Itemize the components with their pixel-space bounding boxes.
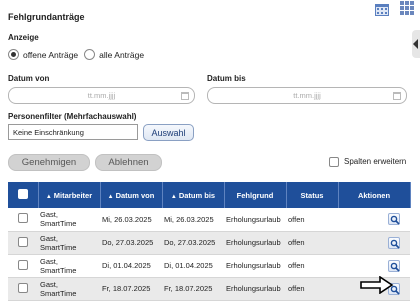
table-row[interactable]: Gast, SmartTime Di, 01.04.2025 Di, 01.04.… [8, 254, 410, 278]
row-checkbox[interactable] [18, 259, 28, 270]
requests-table: ▲ Mitarbeiter ▲ Datum von ▲ Datum bis Fehlg… [8, 182, 411, 301]
cell-datum-bis: Fr, 18.07.2025 [162, 277, 224, 301]
datum-von-placeholder: tt.mm.jjjj [87, 91, 116, 100]
sort-arrow-icon: ▲ [107, 193, 114, 200]
datum-von-input[interactable]: tt.mm.jjjj [8, 87, 195, 104]
cell-datum-bis: Do, 27.03.2025 [162, 231, 224, 255]
genehmigen-button[interactable]: Genehmigen [8, 154, 90, 171]
cell-mitarbeiter: Gast, SmartTime [38, 231, 100, 255]
cell-mitarbeiter: Gast, SmartTime [38, 277, 100, 301]
header-mitarbeiter[interactable]: ▲ Mitarbeiter [38, 182, 101, 208]
view-button[interactable] [388, 259, 400, 272]
cell-mitarbeiter: Gast, SmartTime [38, 254, 100, 278]
calendar-icon[interactable] [374, 1, 390, 17]
cell-mitarbeiter: Gast, SmartTime [38, 208, 100, 232]
row-checkbox[interactable] [18, 282, 28, 293]
datum-bis-input[interactable]: tt.mm.jjjj [207, 87, 407, 104]
header-fehlgrund[interactable]: Fehlgrund [224, 182, 287, 208]
view-button[interactable] [388, 213, 400, 226]
header-aktionen: Aktionen [338, 182, 411, 208]
search-icon [390, 215, 400, 225]
cell-datum-bis: Di, 01.04.2025 [162, 254, 224, 278]
top-toolbar [374, 1, 414, 17]
view-button[interactable] [388, 236, 400, 249]
sort-arrow-icon: ▲ [170, 193, 177, 200]
cell-datum-von: Do, 27.03.2025 [100, 231, 162, 255]
cell-datum-bis: Mi, 26.03.2025 [162, 208, 224, 232]
datum-bis-placeholder: tt.mm.jjjj [293, 91, 321, 100]
chevron-left-icon [413, 39, 418, 49]
anzeige-label: Anzeige [8, 33, 39, 42]
cell-status: offen [286, 254, 338, 278]
table-row[interactable]: Gast, SmartTime Mi, 26.03.2025 Mi, 26.03.… [8, 208, 410, 232]
cell-fehlgrund: Erholungsurlaub [224, 231, 286, 255]
row-checkbox[interactable] [18, 213, 28, 224]
grid-icon[interactable] [400, 1, 414, 17]
table-header-row: ▲ Mitarbeiter ▲ Datum von ▲ Datum bis Fehlg… [8, 182, 411, 208]
header-datum-bis[interactable]: ▲ Datum bis [162, 182, 225, 208]
select-all-checkbox[interactable] [17, 189, 28, 199]
search-icon [390, 239, 400, 249]
radio-offene-antraege[interactable] [8, 49, 19, 60]
radio-alle-antraege[interactable] [84, 49, 96, 60]
radio-alle-antraege-label[interactable]: alle Anträge [99, 50, 144, 60]
select-all-header[interactable] [8, 182, 39, 208]
search-icon [390, 262, 400, 272]
personenfilter-label: Personenfilter (Mehrfachauswahl) [8, 112, 137, 121]
cell-status: offen [286, 231, 338, 255]
spalten-erweitern-checkbox[interactable] [329, 157, 339, 167]
datum-von-label: Datum von [8, 74, 50, 83]
cell-fehlgrund: Erholungsurlaub [224, 254, 286, 278]
anzeige-radio-group: offene Anträge alle Anträge [8, 49, 144, 60]
side-panel-toggle[interactable] [412, 30, 420, 58]
sort-arrow-icon: ▲ [45, 193, 52, 200]
auswahl-button[interactable]: Auswahl [143, 124, 194, 141]
page-title: Fehlgrundanträge [8, 12, 85, 22]
cell-datum-von: Fr, 18.07.2025 [100, 277, 162, 301]
cell-datum-von: Di, 01.04.2025 [100, 254, 162, 278]
cell-status: offen [286, 277, 338, 301]
calendar-icon[interactable] [181, 92, 189, 100]
cell-fehlgrund: Erholungsurlaub [224, 277, 286, 301]
ablehnen-button[interactable]: Ablehnen [95, 154, 162, 171]
header-datum-von[interactable]: ▲ Datum von [100, 182, 163, 208]
datum-bis-label: Datum bis [207, 74, 246, 83]
radio-offene-antraege-label[interactable]: offene Anträge [23, 50, 78, 60]
spalten-erweitern-label[interactable]: Spalten erweitern [344, 157, 406, 166]
personenfilter-input[interactable]: Keine Einschränkung [8, 124, 138, 140]
cell-datum-von: Mi, 26.03.2025 [100, 208, 162, 232]
calendar-icon[interactable] [393, 92, 401, 100]
header-status[interactable]: Status [286, 182, 339, 208]
cell-fehlgrund: Erholungsurlaub [224, 208, 286, 232]
arrow-right-icon [360, 276, 394, 294]
row-checkbox[interactable] [18, 236, 28, 247]
cell-status: offen [286, 208, 338, 232]
table-row[interactable]: Gast, SmartTime Do, 27.03.2025 Do, 27.03.… [8, 231, 410, 255]
table-row[interactable]: Gast, SmartTime Fr, 18.07.2025 Fr, 18.07.… [8, 277, 410, 301]
